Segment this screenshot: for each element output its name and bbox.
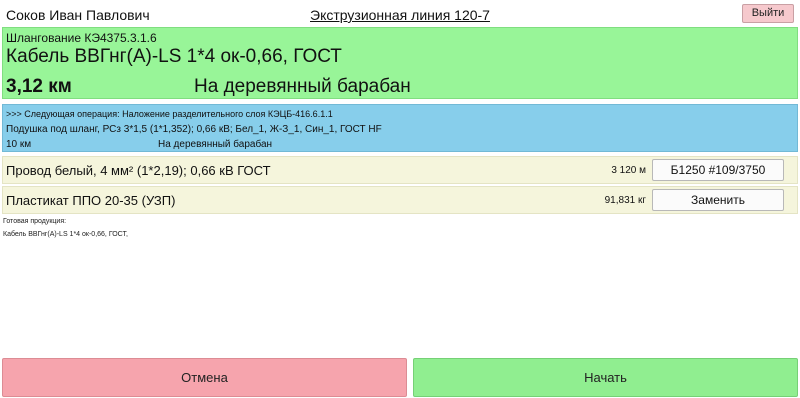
action-bar: Отмена Начать bbox=[0, 356, 800, 398]
current-length: 3,12 км bbox=[6, 76, 72, 97]
cancel-button[interactable]: Отмена bbox=[2, 358, 407, 397]
next-task-panel: >>> Следующая операция: Наложение раздел… bbox=[2, 104, 798, 152]
start-button[interactable]: Начать bbox=[413, 358, 798, 397]
next-drum: На деревянный барабан bbox=[158, 139, 273, 150]
finished-product-value: Кабель ВВГнг(А)-LS 1*4 ок-0,66, ГОСТ, bbox=[3, 231, 128, 238]
current-product: Кабель ВВГнг(А)-LS 1*4 ок-0,66, ГОСТ bbox=[6, 46, 342, 67]
logout-button[interactable]: Выйти bbox=[742, 4, 794, 23]
current-operation: Шлангование КЭ4375.3.1.6 bbox=[6, 31, 157, 45]
material-drum-button[interactable]: Б1250 #109/3750 bbox=[652, 159, 784, 181]
next-operation: >>> Следующая операция: Наложение раздел… bbox=[6, 109, 333, 119]
material-quantity: 3 120 м bbox=[611, 165, 646, 176]
next-length: 10 км bbox=[6, 139, 32, 150]
material-name: Провод белый, 4 мм² (1*2,19); 0,66 кВ ГО… bbox=[6, 163, 271, 178]
material-name: Пластикат ППО 20-35 (УЗП) bbox=[6, 193, 176, 208]
current-task-panel: Шлангование КЭ4375.3.1.6 Кабель ВВГнг(А)… bbox=[2, 27, 798, 99]
material-row: Провод белый, 4 мм² (1*2,19); 0,66 кВ ГО… bbox=[2, 156, 798, 184]
line-title[interactable]: Экструзионная линия 120-7 bbox=[0, 7, 800, 23]
finished-product-label: Готовая продукция: bbox=[3, 218, 67, 225]
replace-button[interactable]: Заменить bbox=[652, 189, 784, 211]
next-spec: Подушка под шланг, РСз 3*1,5 (1*1,352); … bbox=[6, 124, 382, 135]
material-quantity: 91,831 кг bbox=[604, 195, 646, 206]
header: Соков Иван Павлович Экструзионная линия … bbox=[0, 0, 800, 28]
current-drum: На деревянный барабан bbox=[194, 76, 411, 97]
material-row: Пластикат ППО 20-35 (УЗП) 91,831 кг Заме… bbox=[2, 186, 798, 214]
